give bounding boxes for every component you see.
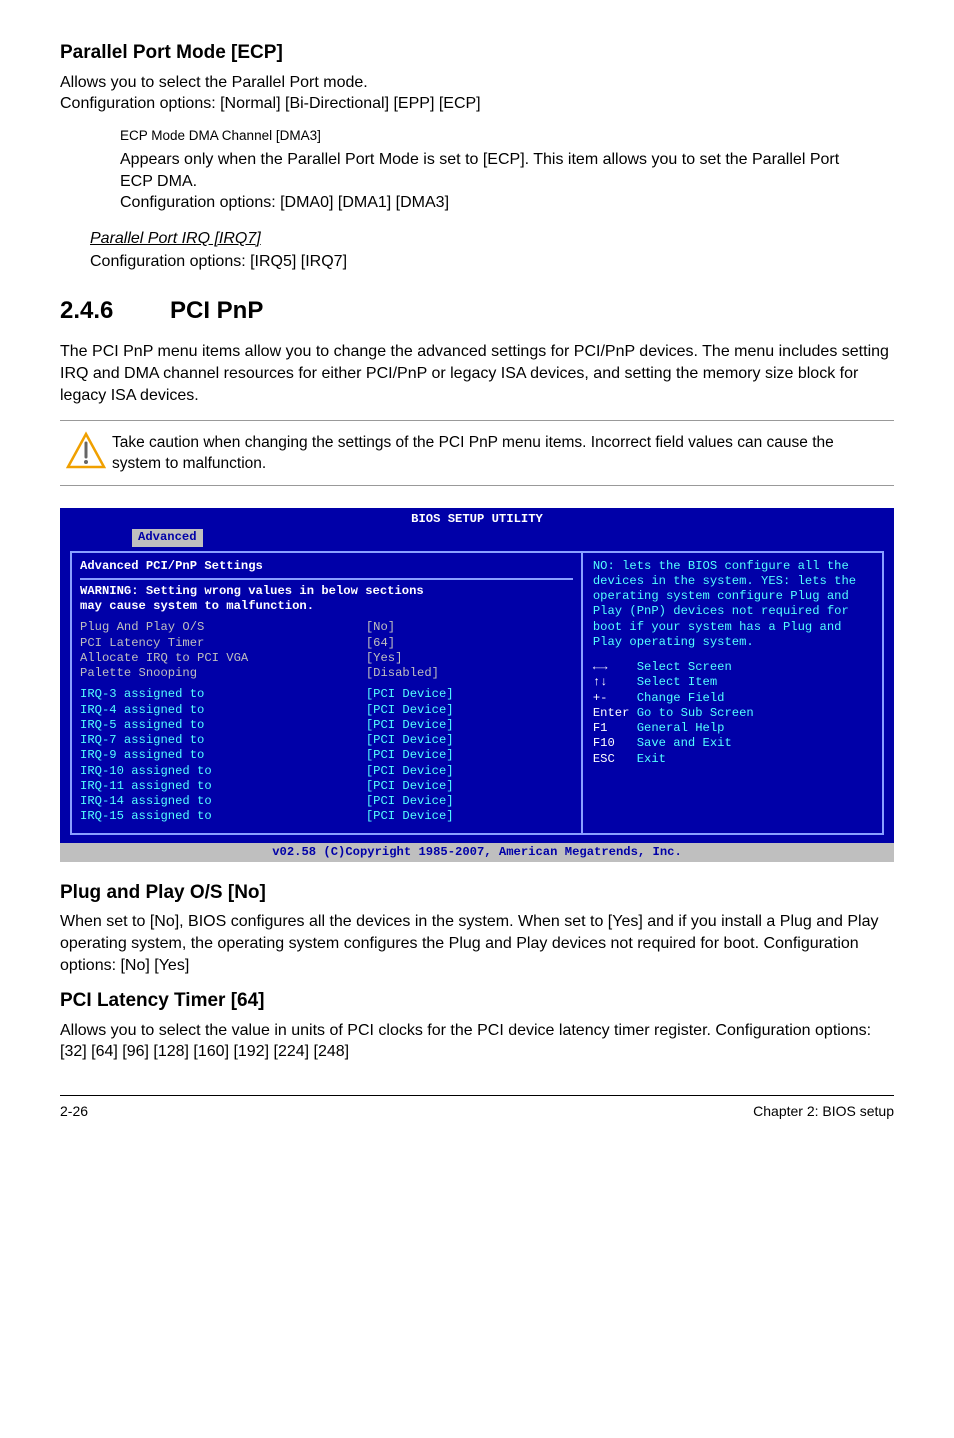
heading-parallel-port-mode: Parallel Port Mode [ECP] [60, 40, 894, 66]
bios-key-line: ESC Exit [593, 752, 874, 767]
text-ecp-desc: Appears only when the Parallel Port Mode… [120, 149, 874, 192]
bios-irq-label: IRQ-5 assigned to [80, 718, 366, 733]
bios-key-desc: Save and Exit [637, 736, 732, 750]
bios-left-pane: Advanced PCI/PnP Settings WARNING: Setti… [70, 551, 583, 835]
bios-key: F1 [593, 721, 637, 735]
bios-right-pane: NO: lets the BIOS configure all the devi… [583, 551, 884, 835]
heading-title: PCI PnP [170, 297, 263, 324]
bios-key-line: Enter Go to Sub Screen [593, 706, 874, 721]
bios-key-line: +- Change Field [593, 691, 874, 706]
bios-irq-label: IRQ-7 assigned to [80, 733, 366, 748]
bios-irq-value: [PCI Device] [366, 687, 454, 702]
bios-key-line: F10 Save and Exit [593, 736, 874, 751]
text-ppm-desc: Allows you to select the Parallel Port m… [60, 72, 894, 115]
bios-heading: Advanced PCI/PnP Settings [80, 559, 573, 574]
bios-irq-value: [PCI Device] [366, 794, 454, 809]
chapter-label: Chapter 2: BIOS setup [753, 1102, 894, 1121]
bios-irq-row[interactable]: IRQ-14 assigned to[PCI Device] [80, 794, 573, 809]
bios-panel: BIOS SETUP UTILITY Advanced Advanced PCI… [60, 508, 894, 862]
bios-setting-row[interactable]: PCI Latency Timer[64] [80, 636, 573, 651]
bios-setting-label: Allocate IRQ to PCI VGA [80, 651, 366, 666]
bios-key-desc: Change Field [637, 691, 725, 705]
bios-irq-label: IRQ-15 assigned to [80, 809, 366, 824]
heading-parallel-irq: Parallel Port IRQ [IRQ7] [90, 228, 894, 250]
bios-irq-row[interactable]: IRQ-10 assigned to[PCI Device] [80, 764, 573, 779]
bios-key: +- [593, 691, 637, 705]
bios-warning-line2: may cause system to malfunction. [80, 599, 573, 614]
bios-key-desc: Select Item [637, 675, 717, 689]
bios-irq-value: [PCI Device] [366, 703, 454, 718]
text-plug-and-play: When set to [No], BIOS configures all th… [60, 911, 894, 976]
page-number: 2-26 [60, 1102, 88, 1121]
bios-setting-row[interactable]: Palette Snooping[Disabled] [80, 666, 573, 681]
bios-irq-label: IRQ-14 assigned to [80, 794, 366, 809]
bios-irq-value: [PCI Device] [366, 764, 454, 779]
bios-setting-label: Palette Snooping [80, 666, 366, 681]
heading-pci-latency: PCI Latency Timer [64] [60, 988, 894, 1014]
bios-key-desc: Select Screen [637, 660, 732, 674]
text-ppm-line1: Allows you to select the Parallel Port m… [60, 74, 368, 91]
bios-warning-line1: WARNING: Setting wrong values in below s… [80, 584, 573, 599]
bios-tab-advanced[interactable]: Advanced [132, 529, 203, 546]
text-parallel-irq-opts: Configuration options: [IRQ5] [IRQ7] [90, 251, 894, 273]
bios-irq-label: IRQ-4 assigned to [80, 703, 366, 718]
bios-key-line: F1 General Help [593, 721, 874, 736]
text-ecp-opts: Configuration options: [DMA0] [DMA1] [DM… [120, 192, 874, 214]
bios-title: BIOS SETUP UTILITY [60, 512, 894, 527]
bios-irq-row[interactable]: IRQ-9 assigned to[PCI Device] [80, 748, 573, 763]
bios-key: ←→ [593, 660, 637, 674]
text-pci-pnp-desc: The PCI PnP menu items allow you to chan… [60, 341, 894, 406]
bios-key: F10 [593, 736, 637, 750]
bios-key: ESC [593, 752, 637, 766]
block-parallel-irq: Parallel Port IRQ [IRQ7] Configuration o… [90, 228, 894, 273]
bios-irq-label: IRQ-11 assigned to [80, 779, 366, 794]
bios-key-desc: General Help [637, 721, 725, 735]
bios-key: ↑↓ [593, 675, 637, 689]
bios-irq-value: [PCI Device] [366, 779, 454, 794]
bios-setting-row[interactable]: Allocate IRQ to PCI VGA[Yes] [80, 651, 573, 666]
bios-setting-value: [Disabled] [366, 666, 439, 681]
caution-row: Take caution when changing the settings … [60, 420, 894, 486]
heading-plug-and-play: Plug and Play O/S [No] [60, 880, 894, 906]
bios-key-desc: Go to Sub Screen [637, 706, 754, 720]
bios-key-desc: Exit [637, 752, 666, 766]
bios-setting-value: [64] [366, 636, 395, 651]
bios-irq-label: IRQ-9 assigned to [80, 748, 366, 763]
page-footer: 2-26 Chapter 2: BIOS setup [60, 1095, 894, 1121]
bios-irq-value: [PCI Device] [366, 733, 454, 748]
bios-irq-value: [PCI Device] [366, 748, 454, 763]
bios-irq-value: [PCI Device] [366, 809, 454, 824]
block-ecp-mode: ECP Mode DMA Channel [DMA3] Appears only… [120, 127, 874, 214]
bios-setting-label: Plug And Play O/S [80, 620, 366, 635]
bios-setting-value: [No] [366, 620, 395, 635]
bios-key-line: ←→ Select Screen [593, 660, 874, 675]
bios-footer: v02.58 (C)Copyright 1985-2007, American … [60, 843, 894, 862]
bios-help-text: NO: lets the BIOS configure all the devi… [593, 559, 874, 651]
bios-irq-label: IRQ-10 assigned to [80, 764, 366, 779]
bios-irq-row[interactable]: IRQ-11 assigned to[PCI Device] [80, 779, 573, 794]
caution-text: Take caution when changing the settings … [112, 431, 886, 475]
bios-irq-label: IRQ-3 assigned to [80, 687, 366, 702]
heading-pci-pnp: 2.4.6PCI PnP [60, 295, 894, 327]
bios-key-legend: ←→ Select Screen↑↓ Select Item+- Change … [593, 660, 874, 767]
bios-setting-label: PCI Latency Timer [80, 636, 366, 651]
heading-number: 2.4.6 [60, 295, 170, 327]
bios-key-line: ↑↓ Select Item [593, 675, 874, 690]
bios-key: Enter [593, 706, 637, 720]
heading-ecp-mode: ECP Mode DMA Channel [DMA3] [120, 127, 874, 145]
bios-setting-value: [Yes] [366, 651, 403, 666]
bios-irq-row[interactable]: IRQ-4 assigned to[PCI Device] [80, 703, 573, 718]
bios-irq-row[interactable]: IRQ-15 assigned to[PCI Device] [80, 809, 573, 824]
text-ppm-line2: Configuration options: [Normal] [Bi-Dire… [60, 95, 481, 112]
bios-irq-row[interactable]: IRQ-7 assigned to[PCI Device] [80, 733, 573, 748]
text-pci-latency: Allows you to select the value in units … [60, 1020, 894, 1063]
bios-setting-row[interactable]: Plug And Play O/S[No] [80, 620, 573, 635]
bios-irq-row[interactable]: IRQ-3 assigned to[PCI Device] [80, 687, 573, 702]
bios-irq-value: [PCI Device] [366, 718, 454, 733]
bios-irq-row[interactable]: IRQ-5 assigned to[PCI Device] [80, 718, 573, 733]
caution-icon [60, 431, 112, 471]
